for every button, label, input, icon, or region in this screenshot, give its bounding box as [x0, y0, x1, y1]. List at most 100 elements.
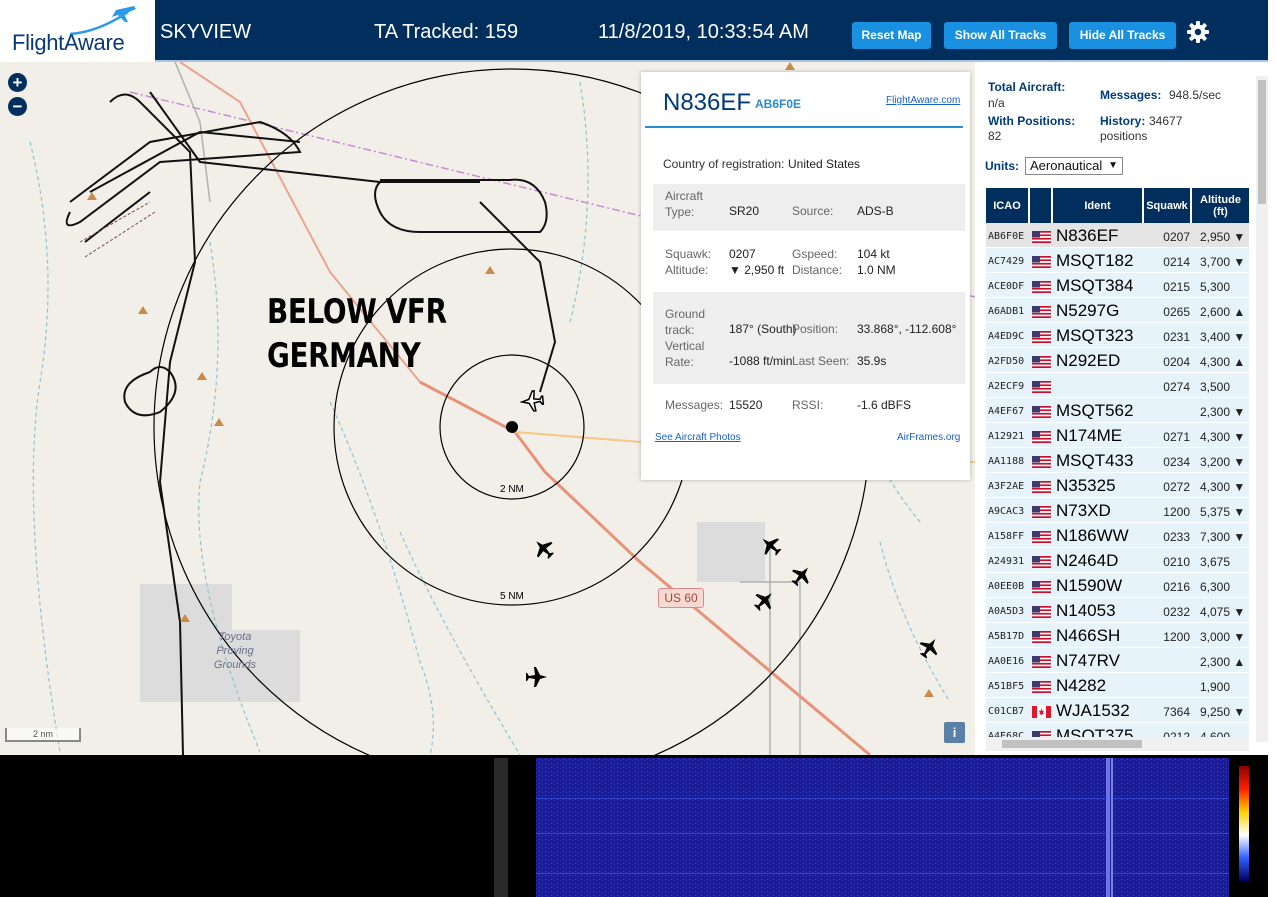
messages-rate-value: 948.5/sec [1169, 88, 1222, 102]
airplane-icon[interactable] [917, 636, 941, 660]
scrollbar-thumb[interactable] [1258, 80, 1266, 204]
aircraft-photos-link[interactable]: See Aircraft Photos [655, 432, 741, 443]
row-altitude: 9,250 ▼ [1200, 705, 1246, 719]
show-all-tracks-button[interactable]: Show All Tracks [944, 22, 1057, 49]
table-row[interactable]: A0A5D3 N14053 0232 4,075 ▼ [986, 598, 1249, 623]
total-aircraft-value: n/a [988, 96, 1005, 110]
hide-all-tracks-button[interactable]: Hide All Tracks [1069, 22, 1176, 49]
row-ident: N466SH [1056, 626, 1121, 645]
row-squawk: 0215 [1163, 280, 1190, 294]
row-icao: A5B17D [988, 631, 1025, 642]
top-header: FlightAware SKYVIEW TA Tracked: 159 11/8… [0, 0, 1268, 62]
zoom-out-button[interactable]: − [8, 97, 27, 116]
row-squawk: 0272 [1163, 480, 1190, 494]
airplane-icon[interactable] [524, 665, 548, 689]
lastseen-label: Last Seen: [792, 354, 850, 368]
us-flag-icon [1032, 605, 1051, 618]
table-row[interactable]: AA0E16 N747RV 2,300 ▲ [986, 648, 1249, 673]
vertical-scrollbar[interactable] [1256, 76, 1268, 742]
row-ident: MSQT433 [1056, 451, 1134, 470]
us-flag-icon [1032, 230, 1051, 243]
col-squawk[interactable]: Squawk [1144, 188, 1190, 223]
row-altitude: 4,075 ▼ [1200, 605, 1246, 619]
row-altitude: 1,900 [1200, 680, 1231, 694]
row-squawk: 0216 [1163, 580, 1190, 594]
table-row[interactable]: A2ECF9 0274 3,500 [986, 373, 1249, 398]
row-ident: N186WW [1056, 526, 1129, 545]
row-altitude: 3,000 ▼ [1200, 630, 1246, 644]
flightaware-link[interactable]: FlightAware.com [886, 95, 960, 106]
logo[interactable]: FlightAware [0, 0, 155, 62]
airplane-icon[interactable] [789, 564, 813, 588]
row-squawk: 0231 [1163, 330, 1190, 344]
airplane-icon[interactable] [532, 537, 556, 561]
airframes-link[interactable]: AirFrames.org [897, 432, 960, 443]
table-row[interactable]: ACE0DF MSQT384 0215 5,300 [986, 273, 1249, 298]
row-ident: N292ED [1056, 351, 1121, 370]
row-squawk: 0207 [1163, 230, 1190, 244]
table-row[interactable]: AC7429 MSQT182 0214 3,700 ▼ [986, 248, 1249, 273]
table-row[interactable]: A9CAC3 N73XD 1200 5,375 ▼ [986, 498, 1249, 523]
table-row[interactable]: A24931 N2464D 0210 3,675 [986, 548, 1249, 573]
row-squawk: 7364 [1163, 705, 1190, 719]
row-ident: MSQT323 [1056, 326, 1134, 345]
col-icao[interactable]: ICAO [986, 188, 1028, 223]
row-altitude: 4,300 ▲ [1200, 355, 1246, 369]
row-icao: A2FD50 [988, 356, 1025, 367]
scrollbar-thumb[interactable] [1002, 740, 1142, 748]
horizontal-scrollbar[interactable] [986, 737, 1249, 751]
vrate-label: Vertical Rate: [665, 339, 705, 369]
datetime: 11/8/2019, 10:33:54 AM [598, 21, 809, 43]
row-altitude: 3,700 ▼ [1200, 255, 1246, 269]
skyview-app: FlightAware SKYVIEW TA Tracked: 159 11/8… [0, 0, 1277, 897]
console-area [0, 758, 494, 897]
col-ident[interactable]: Ident [1053, 188, 1142, 223]
table-row[interactable]: AB6F0E N836EF 0207 2,950 ▼ [986, 223, 1249, 248]
table-row[interactable]: A5B17D N466SH 1200 3,000 ▼ [986, 623, 1249, 648]
us-flag-icon [1032, 380, 1051, 393]
table-row[interactable]: A12921 N174ME 0271 4,300 ▼ [986, 423, 1249, 448]
airplane-icon[interactable] [752, 589, 776, 613]
road-shield: US 60 [658, 588, 704, 608]
us-flag-icon [1032, 480, 1051, 493]
table-row[interactable]: A0EE0B N1590W 0216 6,300 [986, 573, 1249, 598]
table-row[interactable]: A51BF5 N4282 1,900 [986, 673, 1249, 698]
position-value: 33.868°, -112.608° [857, 322, 957, 336]
messages-label: Messages: [665, 398, 724, 412]
row-squawk: 0204 [1163, 355, 1190, 369]
gear-icon[interactable] [1186, 20, 1210, 44]
row-icao: AB6F0E [988, 231, 1025, 242]
table-row[interactable]: A3F2AE N35325 0272 4,300 ▼ [986, 473, 1249, 498]
row-altitude: 3,200 ▼ [1200, 455, 1246, 469]
table-row[interactable]: A158FF N186WW 0233 7,300 ▼ [986, 523, 1249, 548]
table-row[interactable]: C01CB7 WJA1532 7364 9,250 ▼ [986, 698, 1249, 723]
row-squawk: 1200 [1163, 505, 1190, 519]
table-row[interactable]: A6ADB1 N5297G 0265 2,600 ▲ [986, 298, 1249, 323]
table-row[interactable]: A2FD50 N292ED 0204 4,300 ▲ [986, 348, 1249, 373]
table-row[interactable]: A4EF67 MSQT562 2,300 ▼ [986, 398, 1249, 423]
col-altitude[interactable]: Altitude (ft) [1192, 188, 1249, 223]
chevron-down-icon: ▼ [1108, 160, 1118, 171]
row-squawk: 1200 [1163, 630, 1190, 644]
annotation-line-1: BELOW VFR [267, 292, 447, 332]
zoom-in-button[interactable]: + [8, 73, 27, 92]
row-altitude: 6,300 [1200, 580, 1231, 594]
aircraft-side-panel: Total Aircraft: n/a Messages: 948.5/sec … [975, 62, 1268, 755]
airplane-icon[interactable] [759, 534, 783, 558]
history-value: 34677 positions [1100, 114, 1183, 143]
panel-divider [494, 758, 508, 897]
table-row[interactable]: A4ED9C MSQT323 0231 3,400 ▼ [986, 323, 1249, 348]
units-select[interactable]: Aeronautical ▼ [1025, 157, 1123, 175]
spectrum-waterfall [508, 758, 1266, 897]
table-row[interactable]: AA1188 MSQT433 0234 3,200 ▼ [986, 448, 1249, 473]
row-squawk: 0274 [1163, 380, 1190, 394]
reset-map-button[interactable]: Reset Map [852, 22, 931, 49]
squawk-value: 0207 [729, 247, 756, 261]
airplane-icon[interactable] [520, 388, 546, 414]
info-button[interactable]: i [944, 722, 965, 743]
row-altitude: 2,300 ▼ [1200, 405, 1246, 419]
position-label: Position: [792, 322, 839, 336]
row-icao: A158FF [988, 531, 1025, 542]
us-flag-icon [1032, 505, 1051, 518]
row-altitude: 3,400 ▼ [1200, 330, 1246, 344]
